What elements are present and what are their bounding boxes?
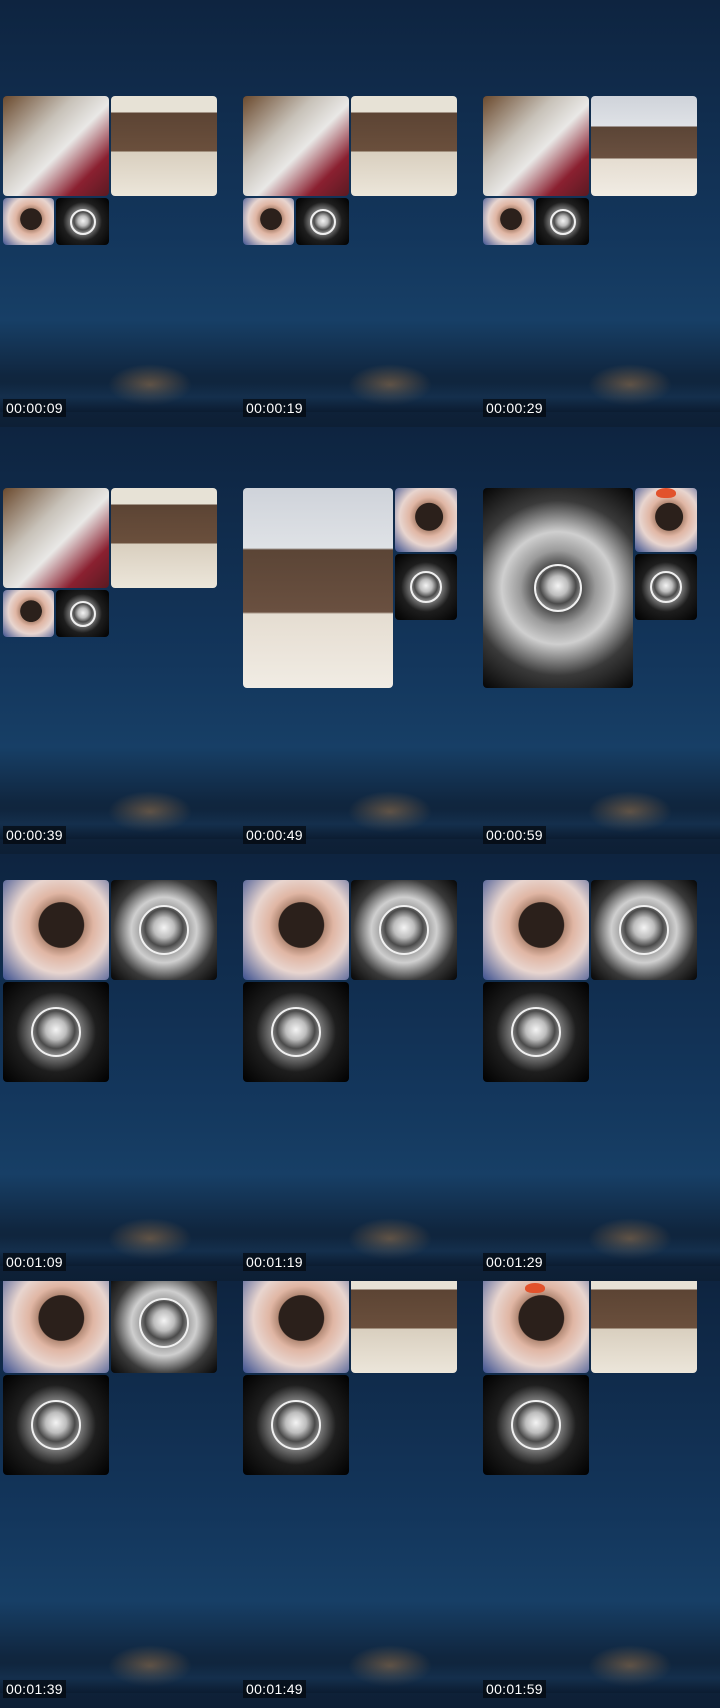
thumbnail-frame-7[interactable]: 00:01:09	[0, 854, 240, 1281]
video-tile-lens	[635, 554, 697, 620]
video-tile-lens	[56, 590, 109, 637]
timestamp-label: 00:01:09	[3, 1253, 66, 1271]
thumbnail-frame-6[interactable]: 00:00:59	[480, 427, 720, 854]
video-tile-lens-dark	[111, 1281, 217, 1373]
video-tile-lens	[3, 1375, 109, 1475]
video-tile-lens	[243, 1375, 349, 1475]
timestamp-label: 00:01:39	[3, 1680, 66, 1698]
video-tile-person	[243, 1281, 349, 1373]
video-tile-person	[243, 880, 349, 980]
video-tile-wall	[351, 96, 457, 196]
video-tile-wall	[243, 488, 393, 688]
timestamp-label: 00:00:09	[3, 399, 66, 417]
thumbnail-frame-11[interactable]: 00:01:49	[240, 1281, 480, 1708]
video-tile-person	[483, 1281, 589, 1373]
video-tile-lens	[3, 982, 109, 1082]
video-tile-lens	[483, 1375, 589, 1475]
video-tile-lens-dark	[111, 880, 217, 980]
video-tile-wall	[111, 488, 217, 588]
video-tile-lens	[56, 198, 109, 245]
video-tile-lens	[296, 198, 349, 245]
video-tile-person	[3, 1281, 109, 1373]
video-tile-person	[3, 590, 54, 637]
timestamp-label: 00:00:39	[3, 826, 66, 844]
hat-sticker-icon	[525, 1283, 545, 1293]
video-tile-lens	[395, 554, 457, 620]
timestamp-label: 00:00:49	[243, 826, 306, 844]
video-tile-floor	[483, 96, 589, 196]
thumbnail-frame-8[interactable]: 00:01:19	[240, 854, 480, 1281]
timestamp-label: 00:00:59	[483, 826, 546, 844]
timestamp-label: 00:01:29	[483, 1253, 546, 1271]
thumbnail-frame-5[interactable]: 00:00:49	[240, 427, 480, 854]
hat-sticker-icon	[656, 488, 676, 498]
thumbnail-frame-12[interactable]: 00:01:59	[480, 1281, 720, 1708]
video-tile-lens-large	[483, 488, 633, 688]
video-tile-person	[3, 880, 109, 980]
timestamp-label: 00:01:19	[243, 1253, 306, 1271]
video-tile-person	[635, 488, 697, 552]
video-tile-person	[395, 488, 457, 552]
video-tile-floor	[3, 488, 109, 588]
thumbnail-frame-2[interactable]: 00:00:19	[240, 0, 480, 427]
thumbnail-frame-1[interactable]: 00:00:09	[0, 0, 240, 427]
video-tile-lens	[483, 982, 589, 1082]
timestamp-label: 00:01:59	[483, 1680, 546, 1698]
video-thumbnail-grid: 00:00:09 00:00:19 00:00:29 00:00:39 00:0…	[0, 0, 720, 1708]
video-tile-wall	[591, 96, 697, 196]
thumbnail-frame-4[interactable]: 00:00:39	[0, 427, 240, 854]
video-tile-wall	[111, 96, 217, 196]
video-tile-person	[483, 198, 534, 245]
video-tile-lens	[243, 982, 349, 1082]
video-tile-wall	[351, 1281, 457, 1373]
thumbnail-frame-10[interactable]: 00:01:39	[0, 1281, 240, 1708]
video-tile-person	[483, 880, 589, 980]
video-tile-lens-dark	[591, 880, 697, 980]
video-tile-floor	[243, 96, 349, 196]
video-tile-lens	[536, 198, 589, 245]
thumbnail-frame-3[interactable]: 00:00:29	[480, 0, 720, 427]
video-tile-person	[243, 198, 294, 245]
video-tile-lens-dark	[351, 880, 457, 980]
timestamp-label: 00:00:19	[243, 399, 306, 417]
video-tile-person	[3, 198, 54, 245]
thumbnail-frame-9[interactable]: 00:01:29	[480, 854, 720, 1281]
video-tile-floor	[3, 96, 109, 196]
video-tile-wall	[591, 1281, 697, 1373]
timestamp-label: 00:00:29	[483, 399, 546, 417]
timestamp-label: 00:01:49	[243, 1680, 306, 1698]
